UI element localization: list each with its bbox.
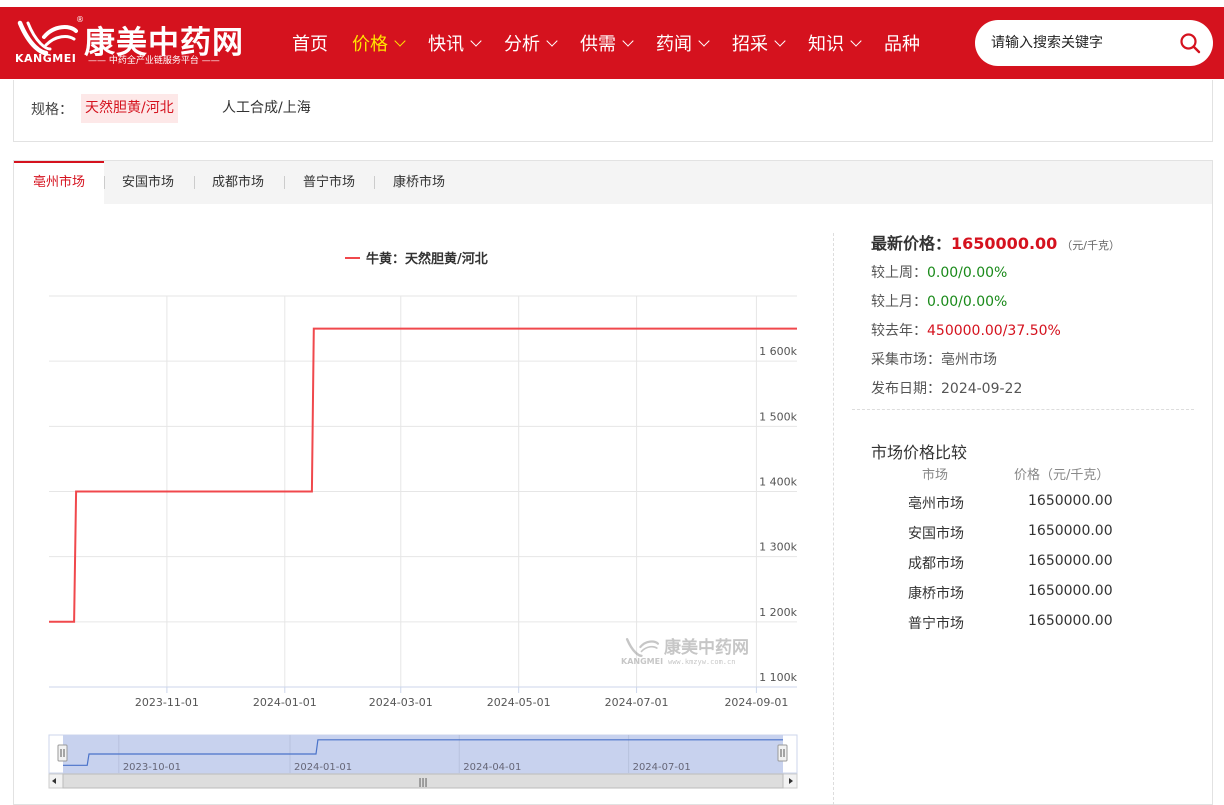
vs-last-week-value: 0.00/0.00% <box>927 265 1008 281</box>
chart-navigator[interactable]: 2023-10-01 2024-01-01 2024-04-01 2024-07-01 <box>48 734 798 774</box>
vs-last-week: 较上周：0.00/0.00% <box>871 262 1007 282</box>
x-tick-label: 2024-07-01 <box>605 696 669 709</box>
navigator-tick-label: 2024-01-01 <box>294 762 352 773</box>
price-chart[interactable]: 1 100k 1 200k 1 300k 1 400k 1 500k 1 600k 202… <box>0 0 820 805</box>
latest-price-value: 1650000.00 <box>951 234 1058 253</box>
y-tick-label: 1 300k <box>759 541 797 554</box>
comparison-header-price: 价格（元/千克） <box>1014 468 1110 483</box>
navigator-right-handle[interactable] <box>777 744 788 762</box>
legend-label: 牛黄：天然胆黄/河北 <box>366 251 488 267</box>
x-tick-label: 2023-11-01 <box>135 696 199 709</box>
navigator-scrollbar[interactable]: ||| <box>48 773 798 789</box>
y-tick-label: 1 200k <box>759 606 797 619</box>
collection-market-value: 亳州市场 <box>941 352 997 368</box>
vs-last-year: 较去年：450000.00/37.50% <box>871 320 1061 340</box>
watermark-logo-icon <box>625 638 660 658</box>
comparison-market: 康桥市场 <box>908 586 964 602</box>
panel-divider <box>833 233 834 805</box>
scrollbar-grip-icon: ||| <box>418 778 427 788</box>
comparison-header-market: 市场 <box>922 468 949 483</box>
publish-date-label: 发布日期： <box>871 381 941 397</box>
x-tick-label: 2024-05-01 <box>487 696 551 709</box>
navigator-left-handle[interactable] <box>57 744 68 762</box>
nav-varieties-label: 品种 <box>884 34 920 55</box>
y-tick-label: 1 500k <box>759 410 797 423</box>
comparison-price: 1650000.00 <box>1028 493 1113 509</box>
series-line[interactable] <box>49 327 797 623</box>
x-tick-label: 2024-01-01 <box>253 696 317 709</box>
latest-price-label: 最新价格： <box>871 234 952 253</box>
search-icon[interactable] <box>1179 32 1201 54</box>
chart-watermark: 康美中药网 KANGMEI www.kmzyw.com.cn <box>621 637 749 666</box>
y-tick-label: 1 600k <box>759 345 797 358</box>
info-divider <box>852 409 1194 410</box>
comparison-price: 1650000.00 <box>1028 523 1113 539</box>
nav-varieties[interactable]: 品种 <box>884 30 920 56</box>
vs-last-month-value: 0.00/0.00% <box>927 294 1008 310</box>
comparison-market: 成都市场 <box>908 556 964 572</box>
latest-price: 最新价格：1650000.00 （元/千克） <box>871 230 1120 254</box>
search-box <box>975 20 1213 66</box>
y-tick-label: 1 400k <box>759 476 797 489</box>
latest-price-unit: （元/千克） <box>1061 239 1121 252</box>
vs-last-month-label: 较上月： <box>871 294 927 310</box>
watermark-url: www.kmzyw.com.cn <box>668 658 735 666</box>
search-input[interactable] <box>991 20 1171 66</box>
chevron-down-icon <box>850 34 862 47</box>
comparison-title: 市场价格比较 <box>871 443 968 462</box>
collection-market-label: 采集市场： <box>871 352 941 368</box>
vs-last-week-label: 较上周： <box>871 265 927 281</box>
navigator-tick-label: 2024-07-01 <box>633 762 691 773</box>
vs-last-year-label: 较去年： <box>871 323 927 339</box>
x-tick-label: 2024-03-01 <box>369 696 433 709</box>
chart-legend[interactable]: 牛黄：天然胆黄/河北 <box>345 251 488 267</box>
x-tick-label: 2024-09-01 <box>724 696 788 709</box>
watermark-title: 康美中药网 <box>664 637 749 658</box>
comparison-market: 普宁市场 <box>908 616 964 632</box>
vs-last-month: 较上月：0.00/0.00% <box>871 291 1007 311</box>
vs-last-year-value: 450000.00/37.50% <box>927 323 1061 339</box>
y-tick-label: 1 100k <box>759 671 797 684</box>
comparison-price: 1650000.00 <box>1028 613 1113 629</box>
comparison-market: 安国市场 <box>908 526 964 542</box>
comparison-market: 亳州市场 <box>908 496 964 512</box>
publish-date: 发布日期：2024-09-22 <box>871 378 1022 398</box>
watermark-en: KANGMEI <box>621 657 663 666</box>
publish-date-value: 2024-09-22 <box>941 381 1023 397</box>
x-axis-ticks: 2023-11-01 2024-01-01 2024-03-01 2024-05-01… <box>135 687 788 709</box>
comparison-price: 1650000.00 <box>1028 583 1113 599</box>
collection-market: 采集市场：亳州市场 <box>871 349 997 369</box>
comparison-price: 1650000.00 <box>1028 553 1113 569</box>
navigator-tick-label: 2023-10-01 <box>123 762 181 773</box>
y-axis-ticks: 1 100k 1 200k 1 300k 1 400k 1 500k 1 600k <box>759 345 797 684</box>
navigator-tick-label: 2024-04-01 <box>463 762 521 773</box>
